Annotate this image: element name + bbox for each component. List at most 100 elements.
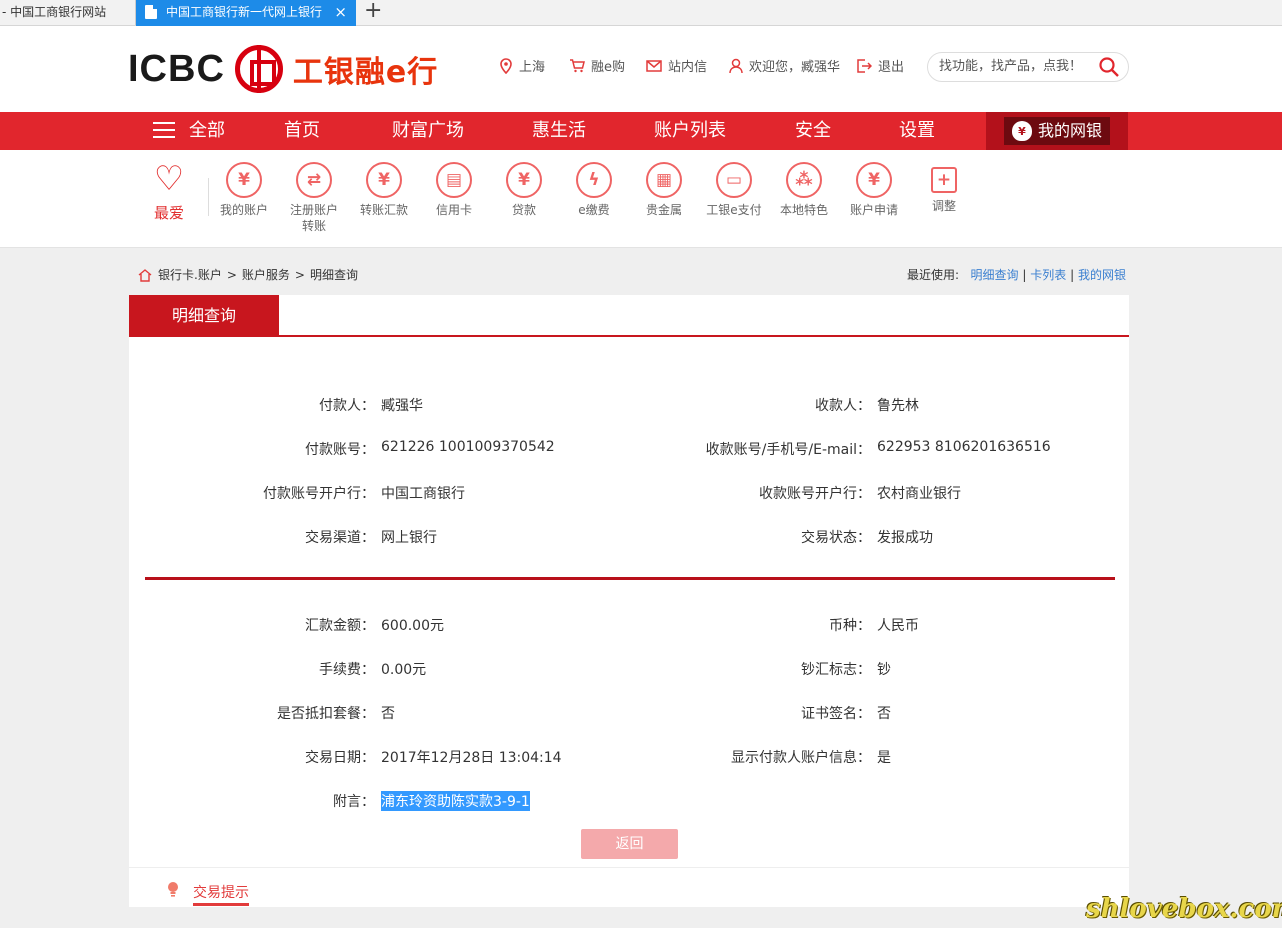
shortcut-label: 我的账户 <box>219 203 268 217</box>
recent-link-card-list[interactable]: 卡列表 <box>1030 268 1066 282</box>
icbc-emblem-icon <box>234 45 283 93</box>
nav-all[interactable]: 全部 <box>153 112 225 150</box>
cart-icon <box>570 58 585 72</box>
shortcut-label: 注册账户转账 <box>289 203 338 233</box>
logout-icon <box>857 58 872 73</box>
location-label: 上海 <box>519 60 546 75</box>
my-online-bank[interactable]: ¥ 我的网银 <box>986 112 1128 150</box>
panel-header: 明细查询 <box>129 295 1129 337</box>
nav-home[interactable]: 首页 <box>284 112 320 150</box>
shortcut-transfer[interactable]: ¥ 转账汇款 <box>349 162 419 218</box>
payee-account-label: 收款账号/手机号/E-mail： <box>705 442 871 458</box>
location-pin-icon <box>500 57 512 74</box>
tab-detail-query[interactable]: 明细查询 <box>129 295 279 337</box>
nav-welcome-user[interactable]: 欢迎您，臧强华 <box>729 56 840 75</box>
package-deduct-label: 是否抵扣套餐： <box>277 706 375 722</box>
shortcut-loan[interactable]: ¥ 贷款 <box>489 162 559 218</box>
channel-value: 网上银行 <box>381 530 437 546</box>
shortcut-icbc-epay[interactable]: ▭ 工银e支付 <box>699 162 769 218</box>
shortcut-e-payment[interactable]: ϟ e缴费 <box>559 162 629 218</box>
recent-link-detail-query[interactable]: 明细查询 <box>971 268 1019 282</box>
nav-security[interactable]: 安全 <box>795 112 831 150</box>
date-value: 2017年12月28日 13:04:14 <box>381 750 562 766</box>
shortcut-label: 贷款 <box>511 203 536 217</box>
payer-account-label: 付款账号： <box>305 442 375 458</box>
payee-value: 鲁先林 <box>877 398 919 414</box>
nav-logout[interactable]: 退出 <box>856 56 904 75</box>
shortcut-label: 信用卡 <box>435 203 472 217</box>
favorites[interactable]: ♡ 最爱 <box>147 160 191 223</box>
shortcut-label: 贵金属 <box>645 203 682 217</box>
shortcut-my-account[interactable]: ¥ 我的账户 <box>209 162 279 218</box>
browser-tab-bar: - 中国工商银行网站 中国工商银行新一代网上银行 × + <box>0 0 1282 26</box>
lightbulb-icon <box>168 882 178 897</box>
breadcrumb-current: 明细查询 <box>309 268 358 282</box>
browser-tab-title: 中国工商银行新一代网上银行 <box>166 5 323 19</box>
my-bank-inner: ¥ 我的网银 <box>1004 117 1110 145</box>
status-label: 交易状态： <box>801 530 871 546</box>
channel-label: 交易渠道： <box>305 530 375 546</box>
recent-link-my-bank[interactable]: 我的网银 <box>1078 268 1126 282</box>
page-icon <box>145 5 157 19</box>
shortcut-account-apply[interactable]: ¥ 账户申请 <box>839 162 909 218</box>
return-button[interactable]: 返回 <box>581 829 678 859</box>
payer-bank-value: 中国工商银行 <box>381 486 465 502</box>
heart-icon: ♡ <box>153 159 185 199</box>
nav-wealth-plaza[interactable]: 财富广场 <box>392 112 464 150</box>
nav-settings[interactable]: 设置 <box>899 112 935 150</box>
local-feature-icon: ⁂ <box>786 162 822 198</box>
package-deduct-value: 否 <box>381 706 395 722</box>
section-divider <box>145 577 1115 580</box>
memo-value[interactable]: 浦东玲资助陈实款3-9-1 <box>381 791 530 811</box>
recently-used: 最近使用: 明细查询 | 卡列表 | 我的网银 <box>907 266 1126 283</box>
recent-separator: | <box>1022 268 1027 282</box>
user-icon <box>729 58 743 73</box>
detail-panel: 明细查询 付款人： 臧强华 收款人： 鲁先林 付款账号： 621226 1001… <box>129 295 1129 907</box>
yen-circle-icon: ¥ <box>226 162 262 198</box>
rong-e-gou-label: 融e购 <box>591 60 625 75</box>
payee-account-value: 622953 8106201636516 <box>877 439 1051 455</box>
shortcut-credit-card[interactable]: ▤ 信用卡 <box>419 162 489 218</box>
my-bank-label: 我的网银 <box>1038 121 1103 140</box>
tips-label[interactable]: 交易提示 <box>193 882 249 906</box>
nav-location[interactable]: 上海 <box>499 56 545 75</box>
shortcut-adjust[interactable]: + 调整 <box>909 162 979 214</box>
payer-label: 付款人： <box>319 398 375 414</box>
logo-chinese-name: 工银融e行 <box>292 55 439 90</box>
nav-life[interactable]: 惠生活 <box>532 112 586 150</box>
browser-tab-active[interactable]: 中国工商银行新一代网上银行 × <box>136 0 356 26</box>
date-label: 交易日期： <box>305 750 375 766</box>
shortcut-precious-metal[interactable]: ▦ 贵金属 <box>629 162 699 218</box>
shortcut-label: 工银e支付 <box>706 203 762 217</box>
search-icon[interactable] <box>1098 56 1120 78</box>
breadcrumb-separator: > <box>294 267 305 282</box>
shortcut-label: e缴费 <box>578 203 610 217</box>
search-input[interactable]: 找功能，找产品，点我！ <box>927 52 1129 82</box>
payee-label: 收款人： <box>815 398 871 414</box>
nav-rong-e-gou[interactable]: 融e购 <box>569 56 625 75</box>
breadcrumb-item[interactable]: 银行卡.账户 <box>158 266 222 283</box>
shortcut-local-feature[interactable]: ⁂ 本地特色 <box>769 162 839 218</box>
shortcut-label: 账户申请 <box>849 203 898 217</box>
new-tab-button[interactable]: + <box>364 0 382 23</box>
cert-sign-label: 证书签名： <box>801 706 871 722</box>
close-icon[interactable]: × <box>334 0 347 24</box>
home-icon[interactable] <box>138 268 152 282</box>
shortcut-label: 转账汇款 <box>359 203 408 217</box>
menu-icon <box>153 122 175 138</box>
epay-card-icon: ▭ <box>716 162 752 198</box>
shortcut-register-transfer[interactable]: ⇄ 注册账户转账 <box>279 162 349 234</box>
nav-account-list[interactable]: 账户列表 <box>654 112 726 150</box>
credit-card-icon: ▤ <box>436 162 472 198</box>
register-transfer-icon: ⇄ <box>296 162 332 198</box>
mail-icon <box>646 59 662 72</box>
recent-separator: | <box>1070 268 1075 282</box>
icbc-logo[interactable]: ICBC 工银融e行 <box>128 44 438 94</box>
shortcut-label: 本地特色 <box>779 203 828 217</box>
adjust-plus-icon: + <box>931 167 957 193</box>
breadcrumb-item[interactable]: 账户服务 <box>242 266 290 283</box>
browser-tab-previous[interactable]: - 中国工商银行网站 <box>0 0 136 25</box>
cash-flag-label: 钞汇标志： <box>801 662 871 678</box>
nav-messages[interactable]: 站内信 <box>646 56 707 75</box>
amount-value: 600.00元 <box>381 618 444 634</box>
